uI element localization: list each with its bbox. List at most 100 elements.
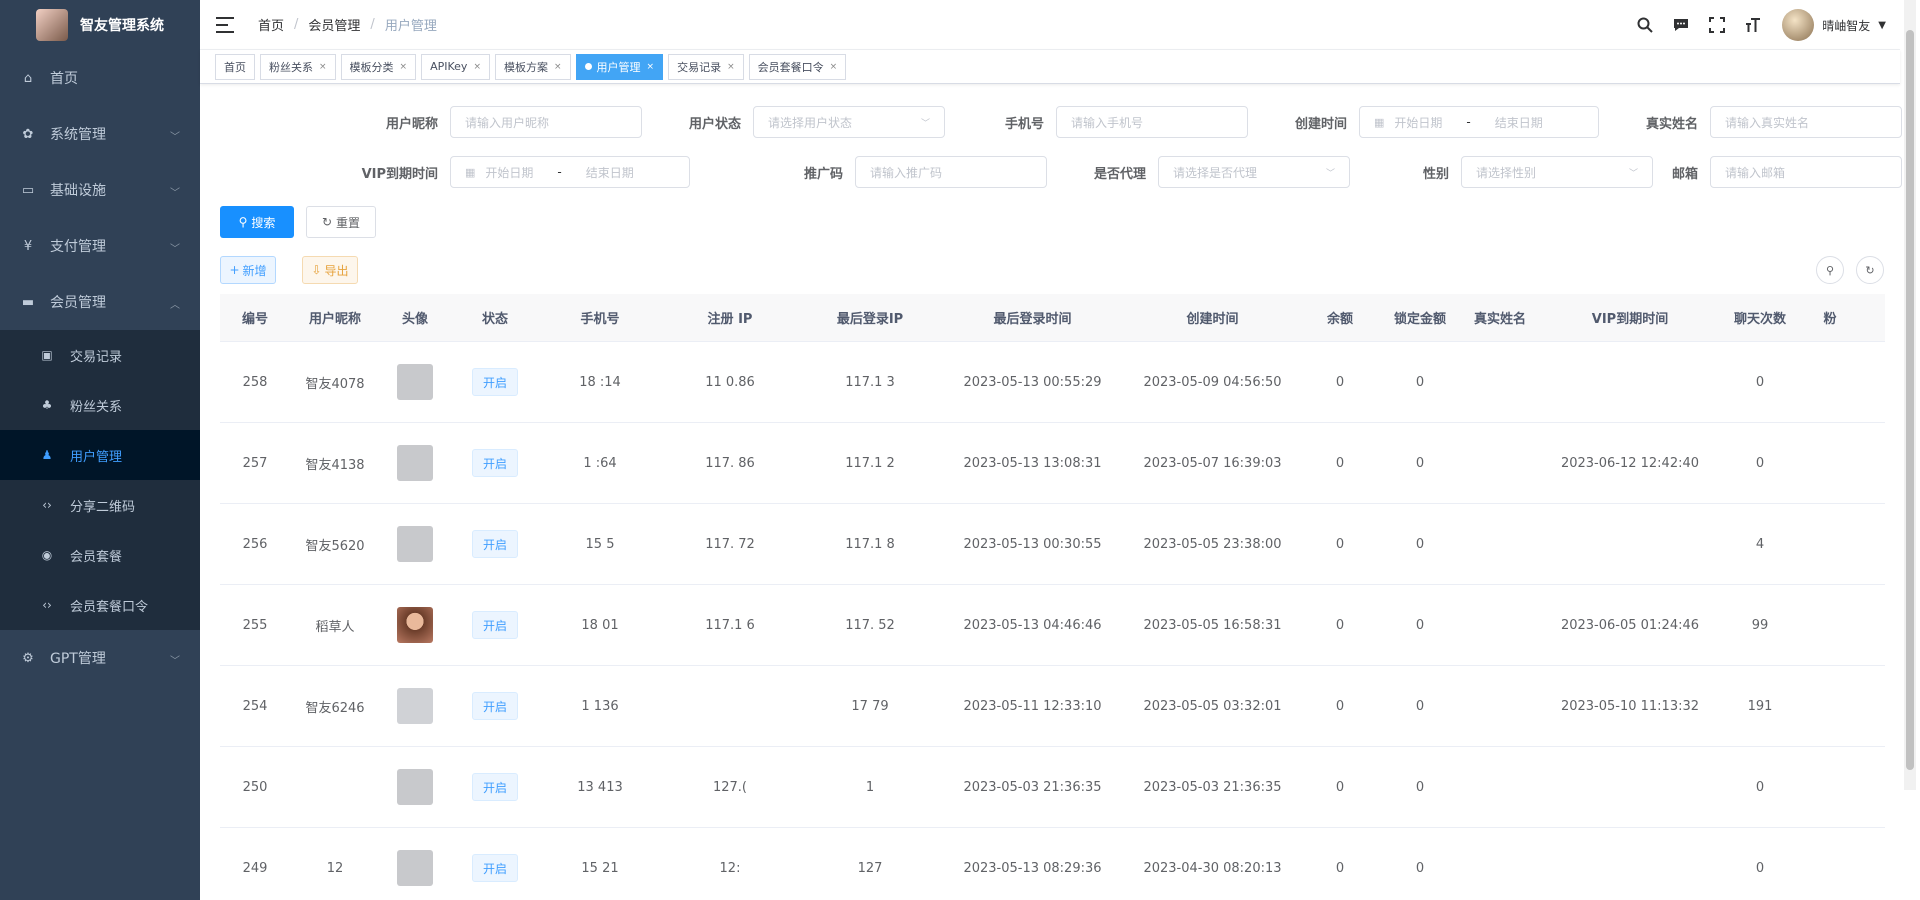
table-row[interactable]: 249 12 开启 15 21 12: 127 2023-05-13 08:29:36 202… (220, 828, 1885, 900)
realname-input[interactable]: 请输入真实姓名 (1710, 106, 1902, 138)
tag-1[interactable]: 粉丝关系 × (260, 53, 336, 80)
sidebar-item-member[interactable]: ▬ 会员管理 ︿ (0, 274, 200, 330)
sidebar-item-transactions[interactable]: ▣ 交易记录 (0, 330, 200, 380)
cell-balance: 0 (1335, 617, 1345, 633)
search-icon: ⚲ (1825, 263, 1835, 277)
avatar-thumbnail[interactable] (397, 688, 433, 724)
search-icon: ⚲ (238, 215, 248, 229)
cell-locked: 0 (1415, 455, 1425, 471)
avatar-cell (380, 526, 450, 562)
refresh-button[interactable]: ↻ (1856, 256, 1884, 284)
breadcrumb-current: 用户管理 (384, 19, 437, 34)
agent-select[interactable]: 请选择是否代理 ﹀ (1158, 156, 1350, 188)
tag-7[interactable]: 会员套餐口令 × (748, 53, 847, 80)
avatar-thumbnail[interactable] (397, 364, 433, 400)
hamburger-icon[interactable] (216, 16, 234, 33)
logo[interactable]: 智友管理系统 (0, 0, 200, 50)
status-badge: 开启 (471, 692, 518, 720)
caret-down-icon[interactable]: ▼ (1878, 20, 1886, 31)
cell-regip: 117.1 6 (705, 617, 755, 633)
email-input[interactable]: 请输入邮箱 (1710, 156, 1902, 188)
email-label: 邮箱 (1671, 166, 1698, 182)
cell-phone: 18 01 (581, 617, 619, 633)
filter-agent: 是否代理 请选择是否代理 ﹀ (1058, 156, 1350, 188)
table-row[interactable]: 254 智友6246 开启 1 136 17 79 2023-05-11 12:33:10… (220, 666, 1885, 747)
tag-5[interactable]: 用户管理 × (575, 53, 664, 80)
table-row[interactable]: 255 稻草人 开启 18 01 117.1 6 117. 52 2023-05-13 04… (220, 585, 1885, 666)
export-button[interactable]: ⇩ 导出 (302, 256, 358, 284)
avatar-thumbnail[interactable] (397, 607, 433, 643)
scrollbar-thumb[interactable] (1906, 30, 1914, 770)
breadcrumb-member[interactable]: 会员管理 (308, 15, 360, 34)
filter-vip-expire: VIP到期时间 ▦ 开始日期 - 结束日期 (350, 156, 690, 188)
tag-2[interactable]: 模板分类 × (340, 53, 417, 80)
sidebar: 智友管理系统 ⌂ 首页 ✿ 系统管理 ﹀ ▭ 基础设施 ﹀ ¥ 支付管理 ﹀ ▬… (0, 0, 200, 900)
avatar-thumbnail[interactable] (397, 769, 433, 805)
cell-chats: 0 (1755, 860, 1765, 876)
avatar-thumbnail[interactable] (397, 526, 433, 562)
message-icon[interactable] (1670, 14, 1692, 36)
search-button[interactable]: ⚲ 搜索 (220, 206, 294, 238)
table-row[interactable]: 250 开启 13 413 127.(1 2023-05-03 21:36:35 2023… (220, 747, 1885, 828)
table-row[interactable]: 256 智友5620 开启 15 5 117. 72 117.1 8 2023-05-13 … (220, 504, 1885, 585)
avatar-thumbnail[interactable] (397, 850, 433, 886)
fullscreen-icon[interactable] (1706, 14, 1728, 36)
sidebar-item-payment[interactable]: ¥ 支付管理 ﹀ (0, 218, 200, 274)
sidebar-item-fans[interactable]: ♣ 粉丝关系 (0, 380, 200, 430)
sidebar-item-packages[interactable]: ◉ 会员套餐 (0, 530, 200, 580)
logo-image (36, 9, 68, 41)
vip-date-range[interactable]: ▦ 开始日期 - 结束日期 (450, 156, 690, 188)
status-cell: 开启 (450, 854, 540, 882)
sidebar-item-package-codes[interactable]: ‹› 会员套餐口令 (0, 580, 200, 630)
cell-regip: 12: (719, 860, 741, 876)
status-select[interactable]: 请选择用户状态 ﹀ (753, 106, 945, 138)
search-icon[interactable] (1634, 14, 1656, 36)
close-icon[interactable]: × (727, 62, 735, 72)
avatar[interactable] (1782, 9, 1815, 41)
font-size-icon[interactable] (1742, 14, 1764, 36)
username[interactable]: 晴岫智友 (1822, 17, 1870, 34)
sidebar-item-home[interactable]: ⌂ 首页 (0, 50, 200, 106)
toggle-search-button[interactable]: ⚲ (1816, 256, 1844, 284)
sidebar-item-label: 交易记录 (70, 349, 123, 365)
chevron-down-icon: ﹀ (170, 132, 180, 143)
sidebar-item-share-qrcode[interactable]: ‹› 分享二维码 (0, 480, 200, 530)
close-icon[interactable]: × (319, 62, 327, 72)
tag-0[interactable]: 首页 (215, 53, 255, 80)
close-icon[interactable]: × (830, 62, 838, 72)
sidebar-item-infra[interactable]: ▭ 基础设施 ﹀ (0, 162, 200, 218)
close-icon[interactable]: × (400, 62, 408, 72)
table-row[interactable]: 257 智友4138 开启 1 :64 117. 86 117.1 2 2023-05-13… (220, 423, 1885, 504)
sidebar-item-label: 会员套餐 (70, 549, 123, 565)
table-row[interactable]: 258 智友4078 开启 18 :14 11 0.86 117.1 3 2023-05-1… (220, 342, 1885, 423)
close-icon[interactable]: × (647, 62, 655, 72)
page-scrollbar[interactable] (1904, 0, 1916, 790)
header-actions: 晴岫智友 ▼ (1620, 0, 1886, 50)
tag-6[interactable]: 交易记录 × (668, 53, 744, 80)
status-cell: 开启 (450, 449, 540, 477)
cell-balance: 0 (1335, 374, 1345, 390)
add-button[interactable]: + 新增 (220, 256, 276, 284)
cell-nick: 智友6246 (305, 700, 365, 716)
sidebar-item-system[interactable]: ✿ 系统管理 ﹀ (0, 106, 200, 162)
close-icon[interactable]: × (473, 62, 481, 72)
cell-balance: 0 (1335, 860, 1345, 876)
tag-4[interactable]: 模板方案 × (495, 53, 571, 80)
system-icon: ✿ (22, 126, 34, 142)
sidebar-item-gpt[interactable]: ⚙ GPT管理 ﹀ (0, 630, 200, 686)
close-icon[interactable]: × (554, 62, 562, 72)
cell-chats: 0 (1755, 779, 1765, 795)
nickname-input[interactable]: 请输入用户昵称 (450, 106, 642, 138)
breadcrumb-home[interactable]: 首页 (258, 15, 284, 34)
avatar-thumbnail[interactable] (397, 445, 433, 481)
cell-phone: 13 413 (577, 779, 623, 795)
reset-button[interactable]: ↻ 重置 (306, 206, 376, 238)
code-icon: ‹› (42, 498, 52, 512)
tag-3[interactable]: APIKey × (421, 53, 490, 80)
promo-input[interactable]: 请输入推广码 (855, 156, 1047, 188)
sidebar-item-users[interactable]: ♟ 用户管理 (0, 430, 200, 480)
phone-input[interactable]: 请输入手机号 (1056, 106, 1248, 138)
cell-lastlogin: 2023-05-13 04:46:46 (963, 617, 1102, 633)
dashboard-icon: ⌂ (23, 70, 33, 86)
created-date-range[interactable]: ▦ 开始日期 - 结束日期 (1359, 106, 1599, 138)
